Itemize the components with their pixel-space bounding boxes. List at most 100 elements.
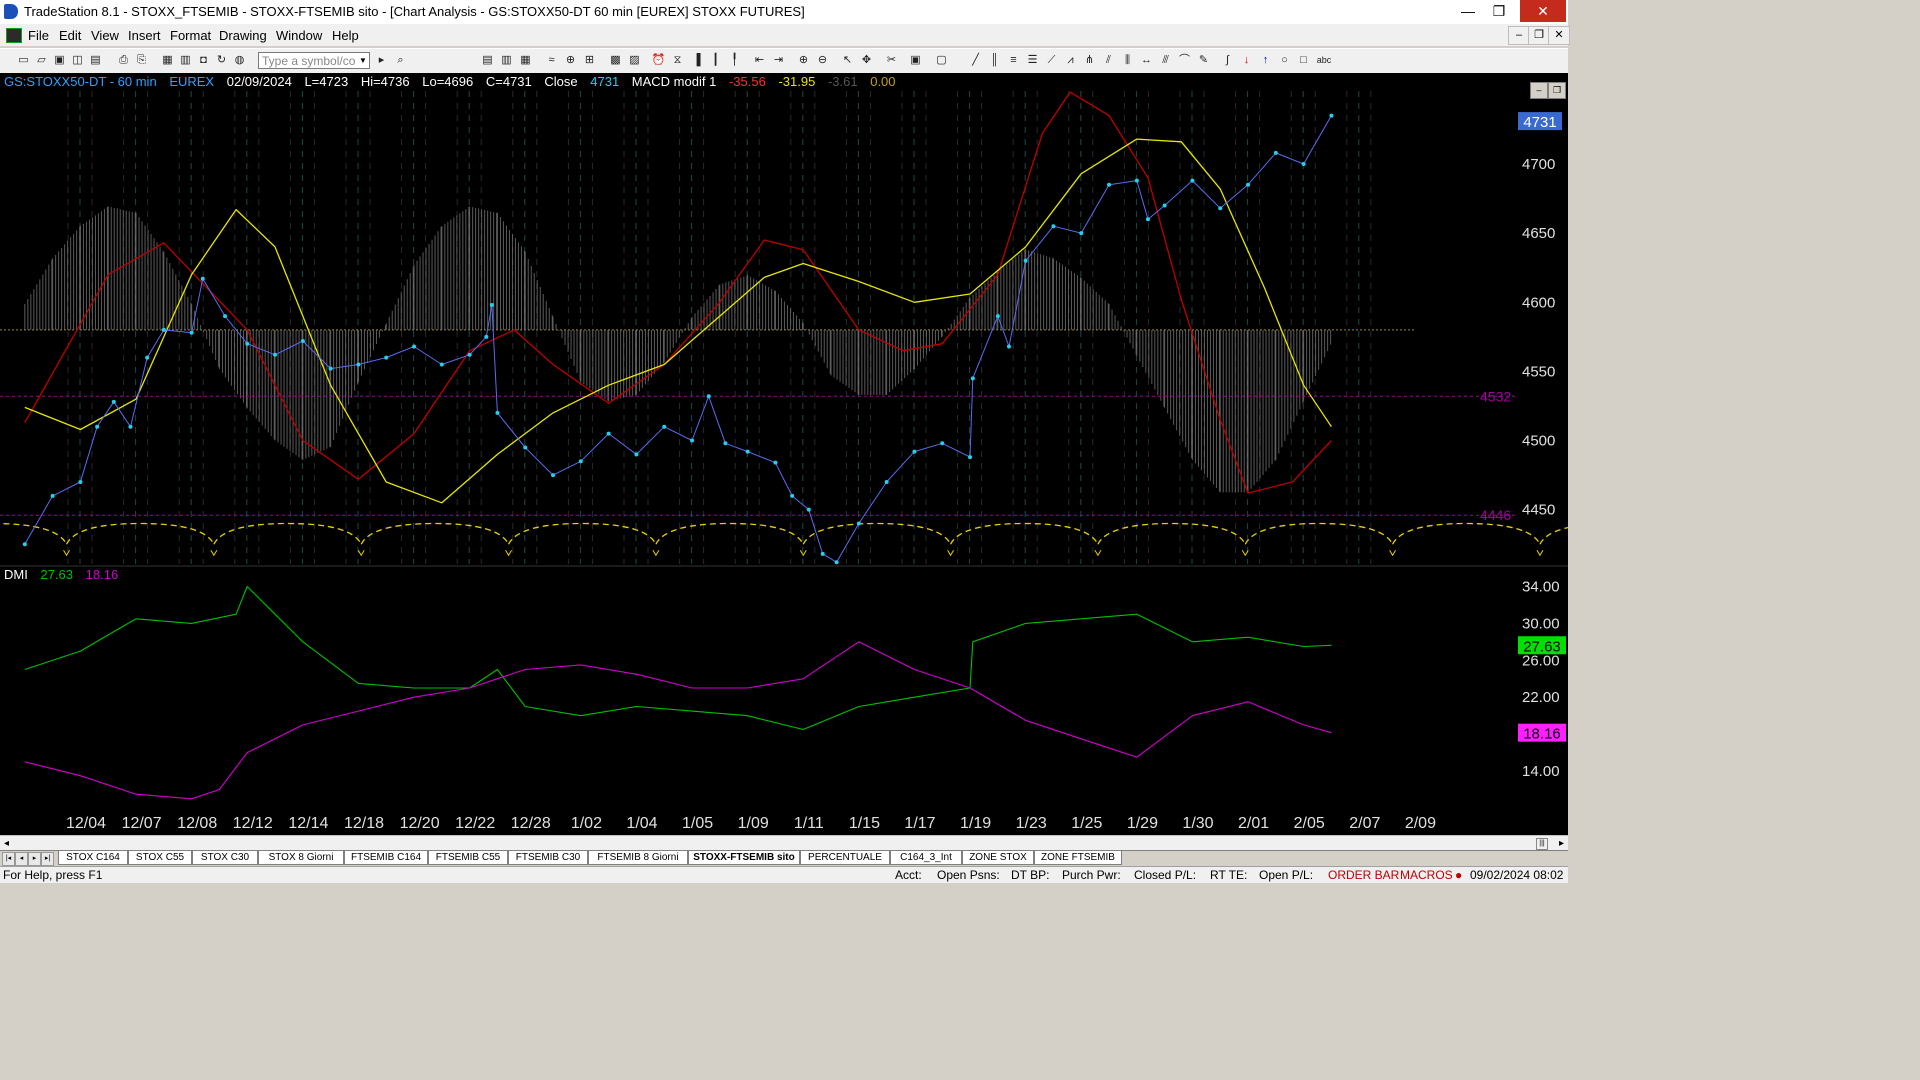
- scroll-left-icon[interactable]: ⇤: [752, 53, 767, 68]
- text-tool-icon[interactable]: abc: [1315, 53, 1333, 68]
- mdi-minimize-button[interactable]: –: [1508, 26, 1530, 45]
- tab-stox-8-giorni[interactable]: STOX 8 Giorni: [258, 851, 344, 865]
- tab-percentuale[interactable]: PERCENTUALE: [800, 851, 890, 865]
- line-chart-icon[interactable]: ╿: [727, 53, 742, 68]
- open-icon[interactable]: ▱: [34, 53, 49, 68]
- cycle-lines-icon[interactable]: ⫼: [1120, 53, 1135, 68]
- tab-zone-ftsemib[interactable]: ZONE FTSEMIB: [1034, 851, 1122, 865]
- ellipse-icon[interactable]: ○: [1277, 53, 1292, 68]
- menu-window[interactable]: Window: [276, 28, 322, 43]
- copy-icon[interactable]: ▥: [178, 53, 193, 68]
- mdi-restore-button[interactable]: ❐: [1528, 26, 1550, 45]
- order-bar-button[interactable]: ORDER BAR: [1328, 868, 1399, 882]
- tab-next-icon[interactable]: ▸: [28, 852, 41, 866]
- chart-window-icon[interactable]: [6, 28, 22, 43]
- parallel-lines-icon[interactable]: ⫻: [1158, 53, 1173, 68]
- tab-stoxx-ftsemib-sito[interactable]: STOXX-FTSEMIB sito: [688, 851, 800, 865]
- scrollbar-thumb[interactable]: |||: [1536, 838, 1548, 850]
- menu-drawing[interactable]: Drawing: [219, 28, 267, 43]
- new-workspace-icon[interactable]: ▣: [52, 53, 67, 68]
- fibonacci-icon[interactable]: ☰: [1025, 53, 1040, 68]
- maximize-button[interactable]: ❐: [1484, 0, 1514, 22]
- mdi-close-button[interactable]: ✕: [1548, 26, 1570, 45]
- symbol-lookup-icon[interactable]: ⌕: [393, 53, 408, 68]
- data-window-icon[interactable]: ⧖: [670, 53, 685, 68]
- tab-first-icon[interactable]: |◂: [2, 852, 15, 866]
- scroll-right-icon[interactable]: ▸: [1559, 836, 1564, 851]
- tools-icon[interactable]: ✂: [884, 53, 899, 68]
- refresh-icon[interactable]: ↻: [214, 53, 229, 68]
- radar-icon[interactable]: ▥: [499, 53, 514, 68]
- menu-file[interactable]: File: [28, 28, 49, 43]
- symbol-input[interactable]: Type a symbol/co: [258, 52, 370, 69]
- tab-ftsemib-8-giorni[interactable]: FTSEMIB 8 Giorni: [588, 851, 688, 865]
- template-icon[interactable]: ▣: [908, 53, 923, 68]
- scroll-left-icon[interactable]: ◂: [4, 836, 9, 851]
- menu-help[interactable]: Help: [332, 28, 359, 43]
- arrow-down-icon[interactable]: ↓: [1239, 53, 1254, 68]
- menu-insert[interactable]: Insert: [128, 28, 161, 43]
- symbol-dropdown-icon[interactable]: ▼: [356, 52, 370, 69]
- insert-strategy-icon[interactable]: ⊞: [582, 53, 597, 68]
- speed-lines-icon[interactable]: ⟋: [1044, 53, 1059, 68]
- pane-restore-button[interactable]: ❐: [1548, 82, 1566, 99]
- zoom-in-icon[interactable]: ⊕: [796, 53, 811, 68]
- format-window-icon[interactable]: ▩: [608, 53, 623, 68]
- tab-ftsemib-c55[interactable]: FTSEMIB C55: [428, 851, 508, 865]
- horizontal-scrollbar[interactable]: ◂ ||| ▸: [0, 835, 1568, 851]
- status-closed-pl: Closed P/L:: [1134, 868, 1197, 882]
- menu-view[interactable]: View: [91, 28, 119, 43]
- cut-icon[interactable]: ▦: [160, 53, 175, 68]
- print-preview-icon[interactable]: ⎘: [134, 53, 149, 68]
- horizontal-lines-icon[interactable]: ≡: [1006, 53, 1021, 68]
- vertical-lines-icon[interactable]: ║: [987, 53, 1002, 68]
- tab-stox-c55[interactable]: STOX C55: [128, 851, 192, 865]
- rectangle-icon[interactable]: □: [1296, 53, 1311, 68]
- candlestick-icon[interactable]: ┃: [708, 53, 723, 68]
- alarm-icon[interactable]: ⏰: [651, 53, 666, 68]
- insert-indicator-icon[interactable]: ⊕: [563, 53, 578, 68]
- scroll-right-icon[interactable]: ⇥: [771, 53, 786, 68]
- save-icon[interactable]: ▤: [88, 53, 103, 68]
- trendline-icon[interactable]: ╱: [968, 53, 983, 68]
- gann-fan-icon[interactable]: ⩘: [1063, 53, 1078, 68]
- drag-icon[interactable]: ✥: [859, 53, 874, 68]
- price-point: [745, 449, 750, 454]
- menu-edit[interactable]: Edit: [59, 28, 81, 43]
- chart-canvas[interactable]: 4532 4446 4700 4650 4600 4550 4500 4450 4731 34.0…: [0, 73, 1568, 835]
- tab-stox-c30[interactable]: STOX C30: [192, 851, 258, 865]
- new-icon[interactable]: ▭: [16, 53, 31, 68]
- chart-icon[interactable]: ▤: [480, 53, 495, 68]
- matrix-icon[interactable]: ▦: [518, 53, 533, 68]
- open-workspace-icon[interactable]: ◫: [70, 53, 85, 68]
- tab-prev-icon[interactable]: ◂: [15, 852, 28, 866]
- arrow-up-icon[interactable]: ↑: [1258, 53, 1273, 68]
- pane-minimize-button[interactable]: –: [1530, 82, 1548, 99]
- bar-chart-icon[interactable]: ▐: [689, 53, 704, 68]
- tab-ftsemib-c30[interactable]: FTSEMIB C30: [508, 851, 588, 865]
- format-symbol-icon[interactable]: ▨: [627, 53, 642, 68]
- andrews-pitchfork-icon[interactable]: ⋔: [1082, 53, 1097, 68]
- tab-zone-stox[interactable]: ZONE STOX: [962, 851, 1034, 865]
- globe-icon[interactable]: ◍: [232, 53, 247, 68]
- tab-last-icon[interactable]: ▸|: [41, 852, 54, 866]
- tab-c164-3-int[interactable]: C164_3_Int: [890, 851, 962, 865]
- minimize-button[interactable]: —: [1453, 0, 1483, 22]
- macros-button[interactable]: MACROS: [1400, 868, 1453, 882]
- close-button[interactable]: ✕: [1520, 0, 1566, 22]
- curve-icon[interactable]: ∫: [1220, 53, 1235, 68]
- time-zone-icon[interactable]: ↔: [1139, 53, 1154, 68]
- chart-area[interactable]: 4532 4446 4700 4650 4600 4550 4500 4450 4731 34.0…: [0, 73, 1568, 835]
- zoom-out-icon[interactable]: ⊖: [815, 53, 830, 68]
- regression-channel-icon[interactable]: ⫽: [1101, 53, 1116, 68]
- tab-stox-c164[interactable]: STOX C164: [58, 851, 128, 865]
- lock-icon[interactable]: ◘: [196, 53, 211, 68]
- tab-ftsemib-c164[interactable]: FTSEMIB C164: [344, 851, 428, 865]
- pen-icon[interactable]: ✎: [1196, 53, 1211, 68]
- menu-format[interactable]: Format: [170, 28, 211, 43]
- pointer-icon[interactable]: ↖: [840, 53, 855, 68]
- arc-icon[interactable]: ⌒: [1177, 53, 1192, 68]
- insert-analysis-icon[interactable]: ≈: [544, 53, 559, 68]
- hide-icon[interactable]: ▢: [934, 53, 949, 68]
- print-icon[interactable]: ⎙: [116, 53, 131, 68]
